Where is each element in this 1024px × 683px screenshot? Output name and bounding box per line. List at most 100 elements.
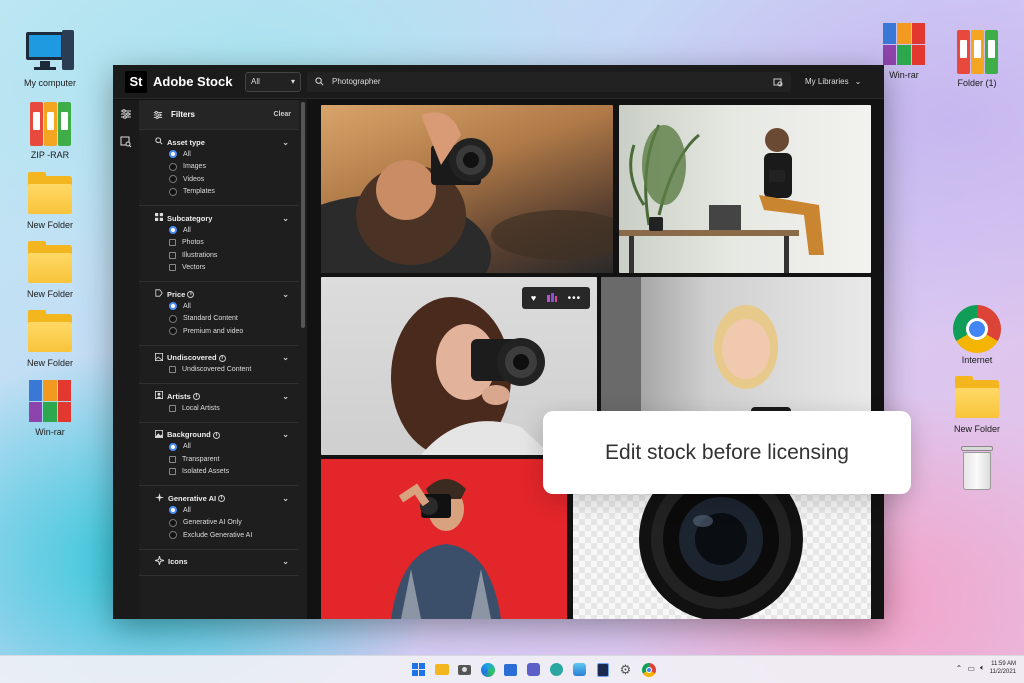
filter-section-icons: Icons ⌄ (139, 550, 299, 576)
maps-icon[interactable] (548, 661, 565, 678)
search-input[interactable] (332, 77, 773, 86)
filter-option[interactable]: All (155, 224, 289, 237)
desktop-icon-recycle-bin[interactable] (937, 444, 1017, 492)
network-icon[interactable]: ▭ (967, 664, 975, 673)
filter-section-header[interactable]: Artists i ⌄ (155, 390, 289, 402)
info-icon[interactable]: i (218, 495, 226, 503)
chevron-up-icon[interactable]: ⌃ (956, 664, 963, 673)
active-app-icon[interactable] (594, 661, 611, 678)
more-options-icon[interactable]: ••• (568, 293, 582, 304)
radio-button[interactable] (169, 327, 177, 336)
checkbox[interactable] (169, 264, 176, 272)
filter-option[interactable]: All (155, 148, 289, 161)
clock[interactable]: 11:59 AM 11/2/2021 (990, 660, 1016, 676)
my-libraries-button[interactable]: My Libraries ⌄ (805, 77, 861, 86)
filter-section-header[interactable]: Icons ⌄ (154, 555, 289, 568)
radio-button[interactable] (169, 314, 177, 323)
radio-button[interactable] (169, 442, 177, 451)
start-icon[interactable] (410, 661, 427, 678)
desktop-icon-new-folder[interactable]: New Folder (937, 374, 1017, 434)
filter-option[interactable]: Videos (155, 173, 289, 186)
desktop-icon-new-folder[interactable]: New Folder (10, 308, 90, 368)
chrome-icon[interactable] (640, 661, 657, 678)
filter-option-label: Videos (183, 175, 205, 183)
store-icon[interactable] (502, 661, 519, 678)
filter-section-header[interactable]: Subcategory ⌄ (155, 212, 289, 224)
radio-button[interactable] (169, 162, 177, 171)
filter-option[interactable]: Standard Content (155, 313, 289, 326)
filter-section-header[interactable]: Asset type ⌄ (155, 136, 289, 148)
info-icon[interactable]: i (187, 291, 195, 299)
filter-section-header[interactable]: Generative AI i ⌄ (155, 492, 289, 504)
filter-option[interactable]: Generative AI Only (155, 517, 289, 530)
checkbox[interactable] (169, 239, 176, 247)
filter-option[interactable]: Premium and video (155, 325, 289, 338)
filter-option-label: All (183, 226, 191, 234)
desktop-icon-win-rar[interactable]: Win-rar (10, 377, 90, 437)
result-image-1[interactable] (321, 105, 613, 273)
desktop-icon-my-computer[interactable]: My computer (10, 28, 90, 88)
filter-section-header[interactable]: Price i ⌄ (155, 288, 289, 300)
filter-option[interactable]: Transparent (155, 453, 289, 466)
asset-type-select[interactable]: All ▾ (245, 71, 301, 92)
checkbox[interactable] (169, 404, 176, 412)
settings-icon[interactable]: ⚙ (617, 661, 634, 678)
desktop-icon-internet[interactable]: Internet (937, 305, 1017, 365)
visual-search-icon[interactable] (773, 77, 783, 87)
radio-button[interactable] (169, 226, 177, 235)
edge-icon[interactable] (479, 661, 496, 678)
info-icon[interactable]: i (218, 354, 226, 362)
edit-ai-icon[interactable] (546, 292, 558, 304)
desktop-icon-folder-1-[interactable]: Folder (1) (937, 28, 1017, 88)
filter-section-price: Price i ⌄ All Standard Content Premium and v… (139, 282, 299, 346)
heart-icon[interactable]: ♥ (531, 293, 536, 303)
desktop-icon-label: New Folder (953, 424, 1000, 434)
file-explorer-icon[interactable] (433, 661, 450, 678)
desktop-icon-label: New Folder (26, 358, 73, 368)
checkbox[interactable] (169, 455, 176, 463)
radio-button[interactable] (169, 531, 177, 540)
filter-option[interactable]: Illustrations (155, 249, 289, 262)
filters-toggle[interactable] (113, 100, 139, 128)
search-bar[interactable] (307, 71, 791, 92)
clear-filters-button[interactable]: Clear (273, 111, 291, 118)
image-search-toggle[interactable] (113, 128, 139, 156)
result-image-5[interactable] (321, 459, 567, 619)
info-icon[interactable]: i (192, 393, 200, 401)
radio-button[interactable] (169, 518, 177, 527)
filter-option[interactable]: Local Artists (155, 402, 289, 415)
filter-option[interactable]: Images (155, 161, 289, 174)
filter-option[interactable]: Vectors (155, 262, 289, 275)
radio-button[interactable] (169, 506, 177, 515)
filter-option[interactable]: All (155, 441, 289, 454)
filter-option[interactable]: Photos (155, 237, 289, 250)
radio-button[interactable] (169, 150, 177, 159)
filter-section-header[interactable]: Undiscovered i ⌄ (155, 352, 289, 364)
radio-button[interactable] (169, 187, 177, 196)
radio-button[interactable] (169, 302, 177, 311)
filter-option[interactable]: Exclude Generative AI (155, 529, 289, 542)
desktop-icon-zip-rar[interactable]: ZIP -RAR (10, 100, 90, 160)
filter-section-header[interactable]: Background i ⌄ (155, 429, 289, 441)
volume-icon[interactable]: 🔈︎ (980, 663, 985, 673)
camera-icon[interactable] (456, 661, 473, 678)
filter-option[interactable]: All (155, 300, 289, 313)
filter-option[interactable]: Isolated Assets (155, 466, 289, 479)
info-icon[interactable]: i (212, 431, 220, 439)
teams-icon[interactable] (525, 661, 542, 678)
checkbox[interactable] (169, 251, 176, 259)
desktop-icon-new-folder[interactable]: New Folder (10, 170, 90, 230)
desktop-icon-new-folder[interactable]: New Folder (10, 239, 90, 299)
radio-button[interactable] (169, 175, 177, 184)
adobe-stock-logo[interactable]: St (125, 70, 147, 93)
checkbox[interactable] (169, 366, 176, 374)
scrollbar-thumb[interactable] (301, 102, 305, 328)
filter-option[interactable]: Templates (155, 186, 289, 199)
checkbox[interactable] (169, 468, 176, 476)
filter-option[interactable]: Undiscovered Content (155, 364, 289, 377)
photos-icon[interactable] (571, 661, 588, 678)
filter-option[interactable]: All (155, 504, 289, 517)
filters-scrollbar[interactable] (299, 100, 307, 619)
filter-option-label: Images (183, 163, 206, 171)
result-image-2[interactable] (619, 105, 871, 273)
